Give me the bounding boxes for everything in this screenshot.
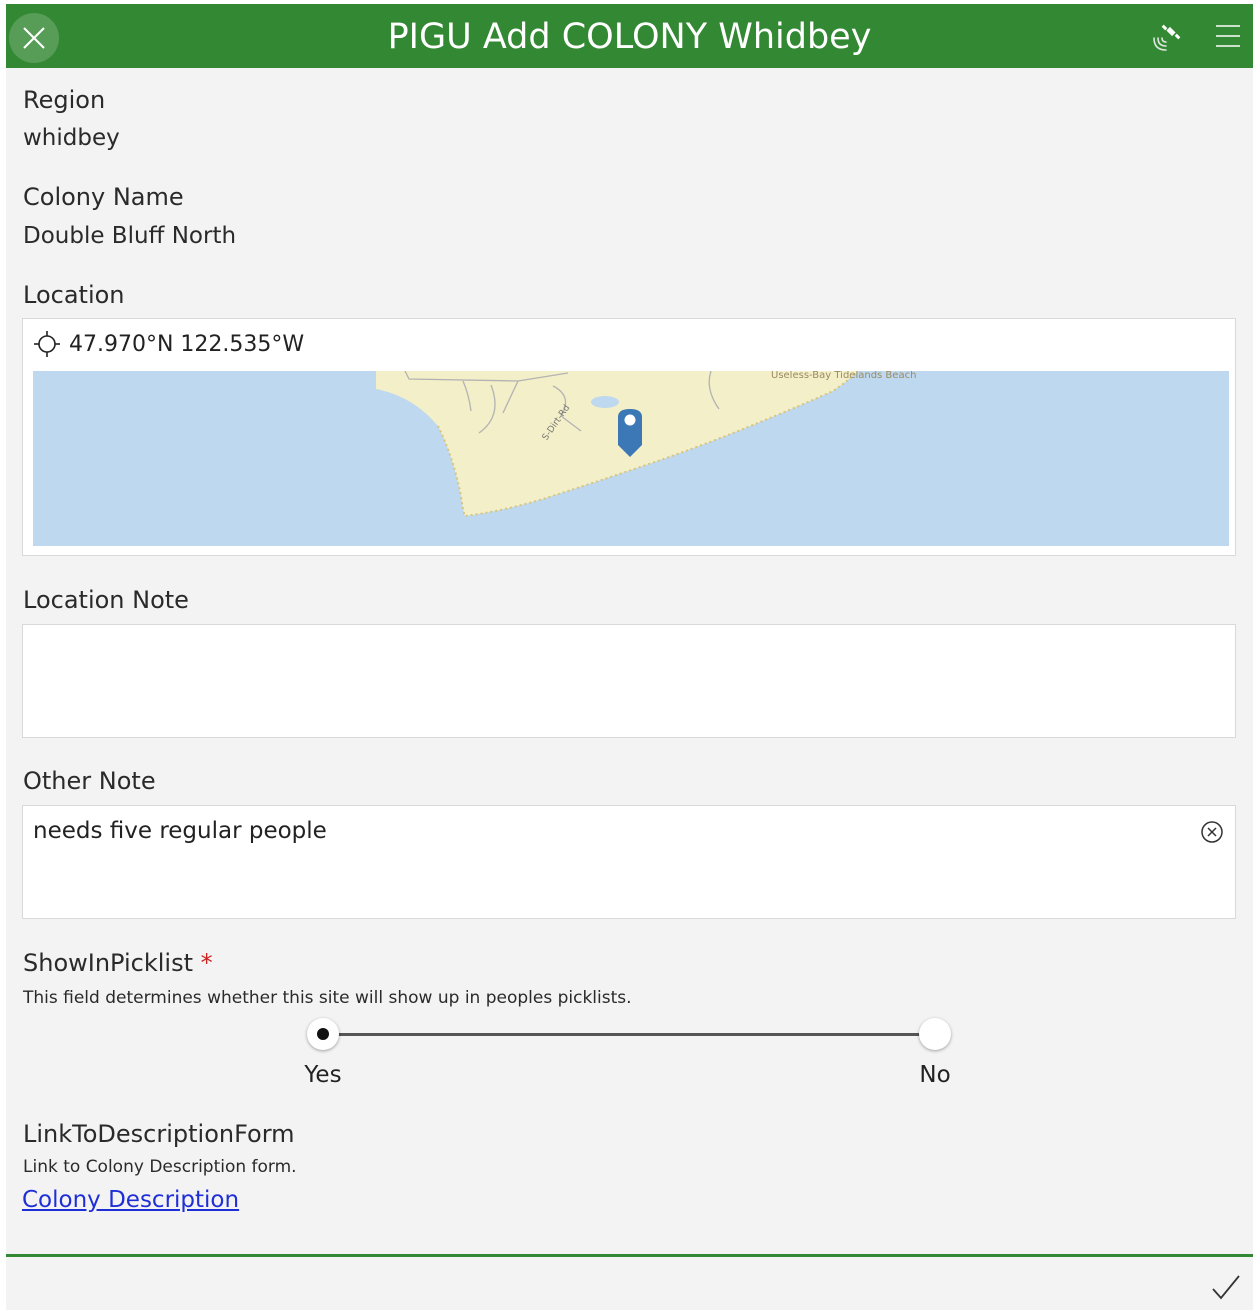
- footer-divider: [6, 1254, 1253, 1257]
- link-to-description-hint: Link to Colony Description form.: [23, 1157, 297, 1177]
- location-field[interactable]: 47.970°N 122.535°W S-Dirt-Rd Useless-Bay…: [22, 318, 1236, 556]
- selected-dot: [317, 1028, 329, 1040]
- gps-satellite-icon: [1153, 24, 1181, 51]
- show-in-picklist-hint: This field determines whether this site …: [23, 988, 632, 1008]
- close-button[interactable]: [9, 13, 59, 63]
- slider-label-no[interactable]: No: [895, 1062, 975, 1088]
- location-coordinates: 47.970°N 122.535°W: [69, 331, 305, 357]
- show-in-picklist-label-text: ShowInPicklist: [23, 949, 194, 977]
- page-title: PIGU Add COLONY Whidbey: [387, 17, 872, 57]
- slider-option-no[interactable]: [919, 1018, 951, 1050]
- required-marker: *: [200, 949, 213, 977]
- menu-button[interactable]: [1214, 22, 1242, 50]
- colony-description-link[interactable]: Colony Description: [22, 1187, 239, 1213]
- gps-button[interactable]: [1150, 22, 1182, 54]
- picklist-slider-track[interactable]: [323, 1033, 935, 1036]
- slider-label-yes[interactable]: Yes: [283, 1062, 363, 1088]
- other-note-label: Other Note: [23, 767, 156, 795]
- show-in-picklist-label: ShowInPicklist *: [23, 949, 213, 977]
- map-graphic: S-Dirt-Rd Useless-Bay Tidelands Beach: [33, 371, 1229, 546]
- survey-form-app: PIGU Add COLONY Whidbey Region whidbey C…: [6, 4, 1253, 1310]
- location-map[interactable]: S-Dirt-Rd Useless-Bay Tidelands Beach: [33, 371, 1229, 546]
- location-label: Location: [23, 281, 125, 309]
- checkmark-icon: [1212, 1275, 1240, 1300]
- slider-option-yes[interactable]: [307, 1018, 339, 1050]
- hamburger-menu-icon: [1216, 25, 1240, 47]
- close-icon: [23, 27, 45, 49]
- other-note-input[interactable]: needs five regular people: [22, 805, 1236, 919]
- link-to-description-label: LinkToDescriptionForm: [23, 1120, 295, 1148]
- location-note-label: Location Note: [23, 586, 189, 614]
- region-value: whidbey: [23, 125, 120, 151]
- clear-circle-icon: [1201, 821, 1223, 843]
- other-note-value: needs five regular people: [33, 818, 327, 844]
- region-label: Region: [23, 86, 106, 114]
- map-place-label: Useless-Bay Tidelands Beach: [771, 371, 916, 381]
- location-header: 47.970°N 122.535°W: [33, 329, 304, 359]
- map-pin-icon: [618, 409, 642, 457]
- colony-name-label: Colony Name: [23, 183, 184, 211]
- header-bar: PIGU Add COLONY Whidbey: [6, 4, 1253, 68]
- colony-name-value: Double Bluff North: [23, 223, 237, 249]
- submit-button[interactable]: [1210, 1272, 1242, 1304]
- location-note-input[interactable]: [22, 624, 1236, 738]
- crosshair-icon: [34, 331, 60, 357]
- clear-text-button[interactable]: [1199, 819, 1225, 845]
